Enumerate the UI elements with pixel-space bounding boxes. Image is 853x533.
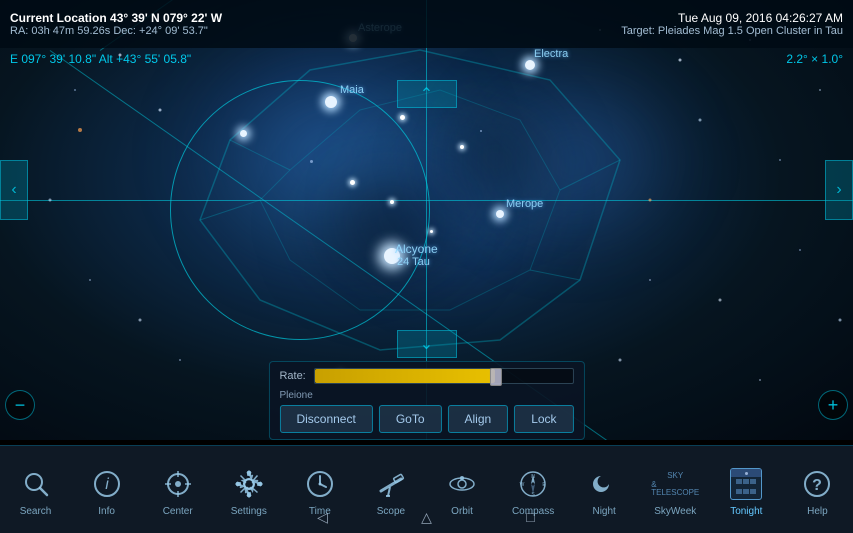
- target-display: Target: Pleiades Mag 1.5 Open Cluster in…: [621, 25, 843, 37]
- telescope-icon: [373, 466, 409, 502]
- star-electra: [525, 60, 535, 70]
- label-maia: Maia: [340, 84, 364, 96]
- svg-text:N: N: [531, 474, 535, 480]
- location-label: Current Location: [10, 11, 107, 25]
- lock-button[interactable]: Lock: [514, 405, 573, 433]
- orbit-icon: [444, 466, 480, 502]
- crosshair-horizontal: [0, 200, 853, 201]
- svg-text:E: E: [542, 482, 546, 488]
- nav-right-button[interactable]: ›: [825, 160, 853, 220]
- star-alcyone: [384, 248, 400, 264]
- rate-label: Rate:: [279, 370, 305, 382]
- rate-control-row: Rate:: [279, 368, 573, 384]
- android-recents-button[interactable]: □: [519, 505, 543, 529]
- nebula-glow-3: [450, 60, 700, 260]
- star-merope: [496, 210, 504, 218]
- altaz-display: E 097° 39' 10.8" Alt +43° 55' 05.8": [10, 52, 191, 66]
- header-right: Tue Aug 09, 2016 04:26:27 AM Target: Ple…: [621, 11, 843, 37]
- label-merope: Merope: [506, 198, 543, 210]
- skyweek-brand-sub: & TELESCOPE: [651, 481, 699, 497]
- nebula-glow-2: [350, 100, 550, 300]
- circle-reticle: [170, 80, 430, 340]
- search-icon: [18, 466, 54, 502]
- nav-up-button[interactable]: ⌃: [397, 80, 457, 108]
- android-back-button[interactable]: ◁: [311, 505, 335, 529]
- nav-left-button[interactable]: ‹: [0, 160, 28, 220]
- star-extra-5: [390, 200, 394, 204]
- star-extra-4: [430, 230, 433, 233]
- nav-down-button[interactable]: ⌄: [397, 330, 457, 358]
- nebula-dark-2: [420, 100, 570, 220]
- star-extra-2: [460, 145, 464, 149]
- goto-button[interactable]: GoTo: [379, 405, 442, 433]
- clock-icon: [302, 466, 338, 502]
- zoom-plus-button[interactable]: +: [818, 390, 848, 420]
- disconnect-button[interactable]: Disconnect: [279, 405, 372, 433]
- svg-text:i: i: [105, 476, 109, 493]
- compass-icon: N S W E: [515, 466, 551, 502]
- tonight-calendar-icon: [728, 466, 764, 502]
- svg-text:S: S: [531, 492, 535, 498]
- header-left: Current Location 43° 39' N 079° 22' W RA…: [10, 11, 621, 37]
- svg-text:?: ?: [813, 477, 823, 494]
- android-navigation: ◁ △ □: [0, 505, 853, 529]
- fov-display: 2.2° × 1.0°: [786, 52, 843, 66]
- radec-display: RA: 03h 47m 59.26s Dec: +24° 09' 53.7": [10, 25, 621, 37]
- star-dim-2: [480, 130, 482, 132]
- label-electra: Electra: [534, 48, 568, 60]
- center-icon: [160, 466, 196, 502]
- star-extra-1: [400, 115, 405, 120]
- svg-text:W: W: [520, 482, 525, 488]
- android-home-button[interactable]: △: [415, 505, 439, 529]
- pleione-label: Pleione: [279, 390, 573, 401]
- rate-slider[interactable]: [314, 368, 574, 384]
- info-icon: i: [89, 466, 125, 502]
- datetime-display: Tue Aug 09, 2016 04:26:27 AM: [621, 11, 843, 25]
- telescope-control-panel: Rate: Pleione Disconnect GoTo Align Lock: [268, 361, 584, 440]
- star-extra-3: [350, 180, 355, 185]
- bottom-navigation: Search i Info Center: [0, 445, 853, 533]
- moon-icon: [586, 466, 622, 502]
- rate-slider-fill: [315, 369, 495, 383]
- help-icon: ?: [799, 466, 835, 502]
- gear-icon: [231, 466, 267, 502]
- label-alcyone: Alcyone: [395, 242, 438, 256]
- control-button-row: Disconnect GoTo Align Lock: [279, 405, 573, 433]
- coordinates: 43° 39' N 079° 22' W: [110, 11, 222, 25]
- align-button[interactable]: Align: [448, 405, 509, 433]
- star-atlas: [240, 130, 247, 137]
- skyweek-icon: SKY & TELESCOPE: [657, 466, 693, 502]
- header: Current Location 43° 39' N 079° 22' W RA…: [0, 0, 853, 48]
- rate-slider-thumb[interactable]: [490, 368, 502, 386]
- star-dim-1: [310, 160, 313, 163]
- zoom-minus-button[interactable]: −: [5, 390, 35, 420]
- skyweek-brand-text: SKY: [667, 472, 683, 480]
- label-24tau: 24 Tau: [397, 256, 430, 268]
- nebula-dark-1: [300, 150, 480, 300]
- nebula-glow-1: [180, 30, 480, 280]
- location-display: Current Location 43° 39' N 079° 22' W: [10, 11, 621, 25]
- star-maia: [325, 96, 337, 108]
